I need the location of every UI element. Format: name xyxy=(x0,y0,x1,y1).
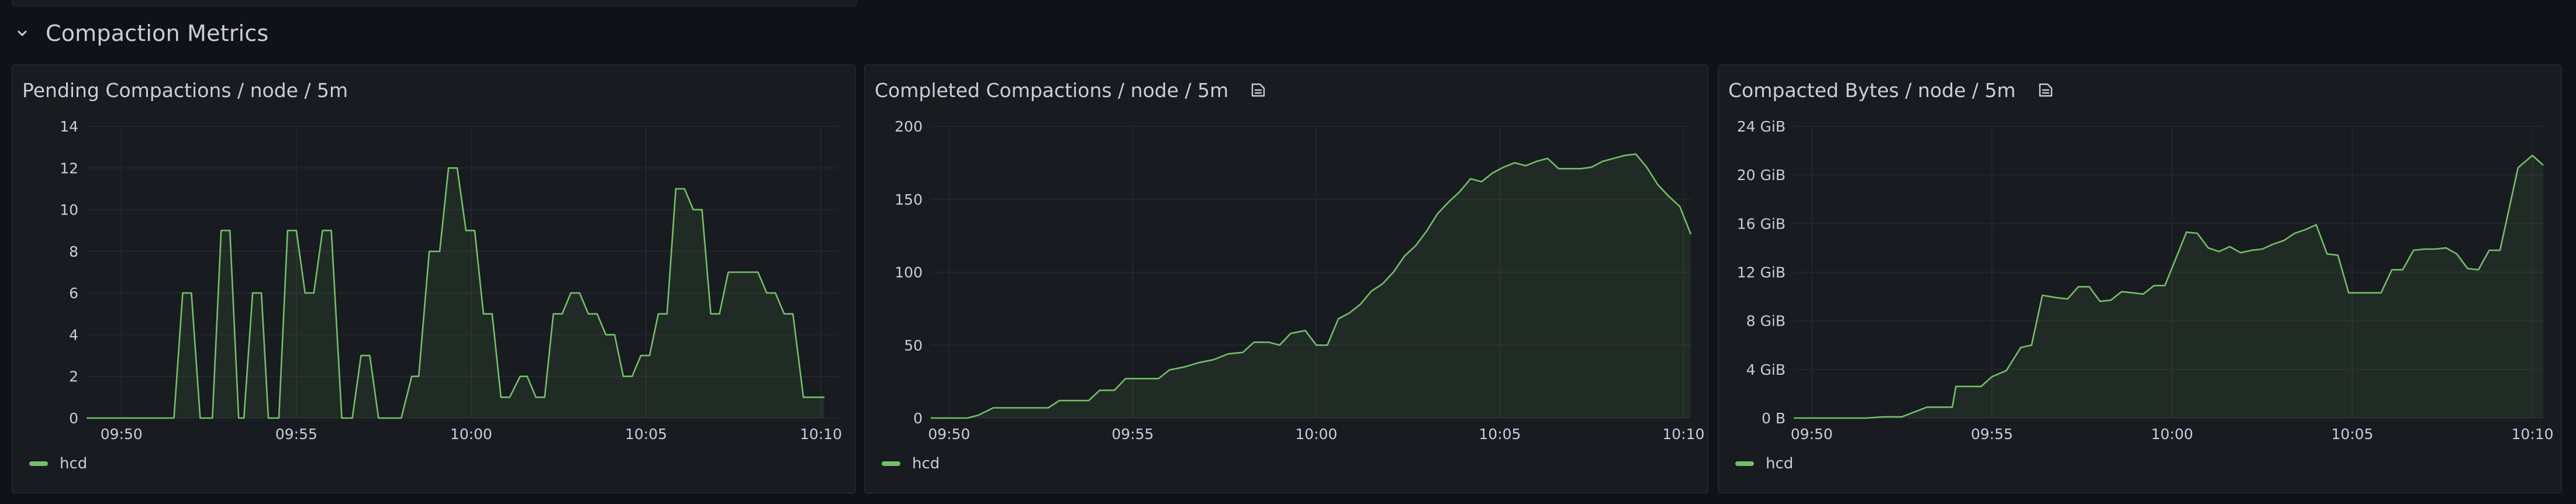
y-tick-label: 16 GiB xyxy=(1737,215,1786,232)
legend-label[interactable]: hcd xyxy=(1766,455,1793,472)
y-tick-label: 14 xyxy=(60,118,78,135)
series-area-hcd xyxy=(1794,155,2543,418)
legend-swatch xyxy=(29,461,48,466)
y-tick-label: 6 xyxy=(69,285,78,302)
panel-pending-compactions[interactable]: Pending Compactions / node / 5m 0 2 4 6 8 10 1… xyxy=(12,64,856,493)
x-tick-label: 10:10 xyxy=(800,426,842,443)
x-tick-label: 09:50 xyxy=(1791,426,1833,443)
y-tick-label: 12 xyxy=(60,160,78,177)
x-tick-label: 10:05 xyxy=(2331,426,2373,443)
y-tick-label: 4 GiB xyxy=(1746,361,1786,378)
x-tick-label: 10:10 xyxy=(2511,426,2553,443)
series-area-hcd xyxy=(931,154,1691,418)
legend-item[interactable]: hcd xyxy=(29,455,87,472)
y-tick-label: 8 xyxy=(69,243,78,260)
x-tick-label: 09:55 xyxy=(1111,426,1154,443)
y-tick-label: 0 B xyxy=(1762,410,1786,427)
x-tick-label: 09:50 xyxy=(101,426,143,443)
legend-item[interactable]: hcd xyxy=(882,455,940,472)
chevron-down-icon[interactable] xyxy=(14,25,30,42)
y-tick-label: 10 xyxy=(60,202,78,219)
x-tick-label: 10:00 xyxy=(450,426,492,443)
legend-swatch xyxy=(882,461,900,466)
y-tick-label: 0 xyxy=(913,410,923,427)
x-tick-label: 09:55 xyxy=(1971,426,2013,443)
panel-compacted-bytes[interactable]: Compacted Bytes / node / 5m 0 B4 GiB 8 Gi… xyxy=(1718,64,2562,493)
panel-completed-compactions[interactable]: Completed Compactions / node / 5m 0 50 100… xyxy=(864,64,1708,493)
x-tick-label: 09:50 xyxy=(928,426,970,443)
y-tick-label: 24 GiB xyxy=(1737,118,1786,135)
row-title: Compaction Metrics xyxy=(46,20,269,46)
y-tick-label: 8 GiB xyxy=(1746,313,1786,330)
x-tick-label: 10:00 xyxy=(1295,426,1337,443)
legend-swatch xyxy=(1735,461,1754,466)
y-tick-label: 4 xyxy=(69,326,78,343)
y-tick-label: 2 xyxy=(69,368,78,385)
compacted-bytes-chart[interactable]: 0 B 4 GiB 8 GiB 12 GiB 16 GiB 20 GiB 24 GiB 09:… xyxy=(1719,65,2561,492)
pending-compactions-chart[interactable]: 0 2 4 6 8 10 12 14 09:50 09:55 10:00 10:05 10:10 xyxy=(13,65,855,492)
y-tick-label: 20 GiB xyxy=(1737,167,1786,184)
x-tick-label: 10:10 xyxy=(1662,426,1704,443)
previous-row-panel-edge xyxy=(12,0,857,6)
y-tick-label: 0 xyxy=(69,410,78,427)
legend-label[interactable]: hcd xyxy=(60,455,87,472)
x-tick-label: 10:05 xyxy=(1479,426,1521,443)
y-tick-label: 200 xyxy=(895,118,923,135)
completed-compactions-chart[interactable]: 0 50 100 150 200 09:50 09:55 10:00 10:05 10:10 xyxy=(865,65,1707,492)
x-tick-label: 10:05 xyxy=(625,426,667,443)
y-tick-label: 100 xyxy=(895,264,923,281)
y-tick-label: 50 xyxy=(904,337,923,354)
y-tick-label: 150 xyxy=(895,191,923,208)
row-header-compaction-metrics[interactable]: Compaction Metrics xyxy=(14,13,269,54)
y-tick-label: 12 GiB xyxy=(1737,264,1786,281)
x-tick-label: 09:55 xyxy=(275,426,317,443)
legend-label[interactable]: hcd xyxy=(912,455,940,472)
legend-item[interactable]: hcd xyxy=(1735,455,1793,472)
x-tick-label: 10:00 xyxy=(2151,426,2193,443)
